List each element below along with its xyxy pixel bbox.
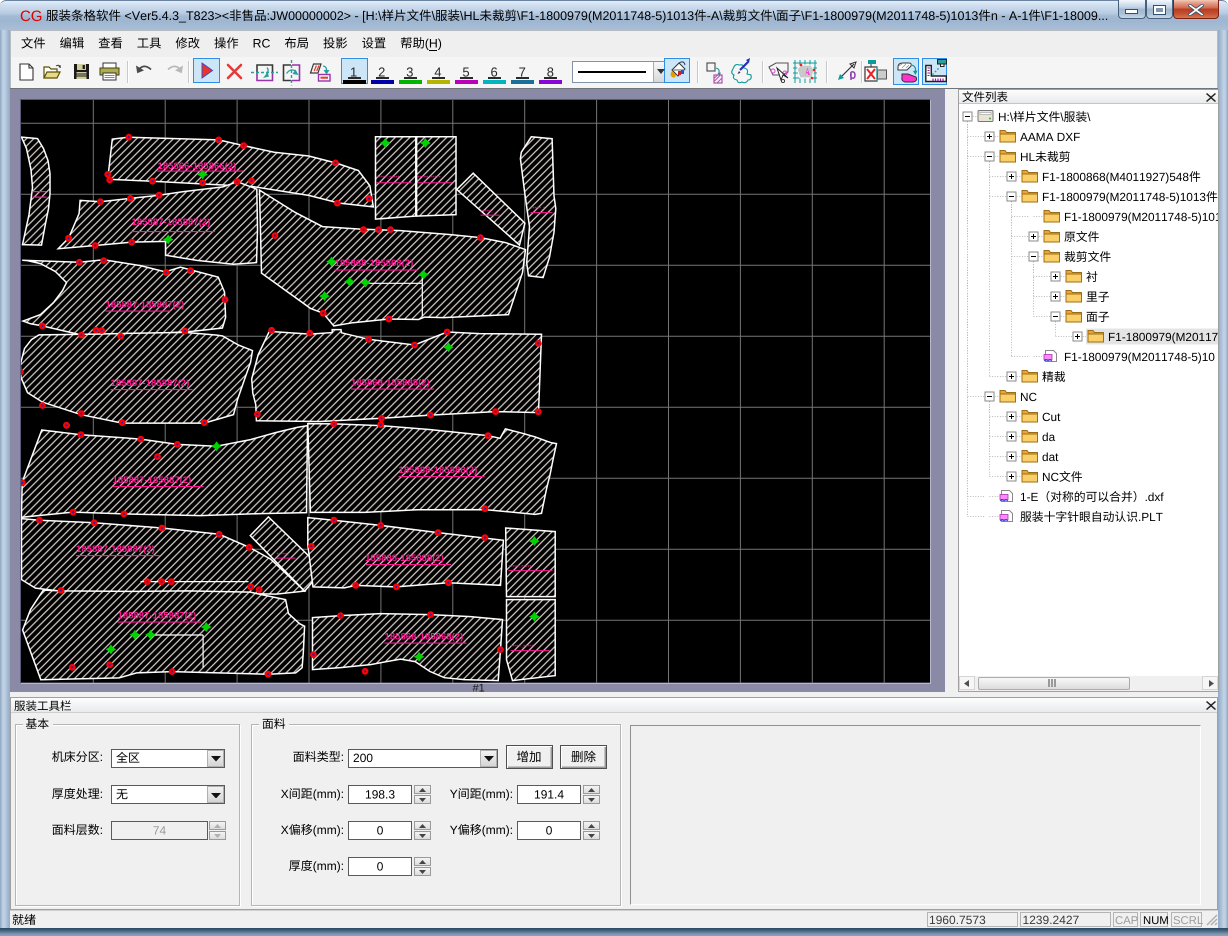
svg-text:*****-*: *****-* — [530, 207, 545, 213]
svg-text:185888-185888(2): 185888-185888(2) — [365, 554, 444, 565]
svg-text:*****-*****: *****-***** — [376, 176, 400, 182]
svg-text:185866-185866(2): 185866-185866(2) — [157, 161, 236, 172]
svg-text:185868-185868(2): 185868-185868(2) — [384, 632, 463, 643]
svg-text:*****-*****: *****-***** — [510, 645, 534, 651]
svg-text:185888-185888(2): 185888-185888(2) — [398, 465, 477, 476]
svg-text:185887-185887(2): 185887-185887(2) — [131, 217, 210, 228]
svg-text:185887-185887(2): 185887-185887(2) — [110, 378, 189, 389]
svg-text:185887-185887(2): 185887-185887(2) — [112, 475, 191, 486]
svg-text:185887-185887(2): 185887-185887(2) — [105, 300, 184, 311]
svg-text:185868-185888(2): 185868-185888(2) — [351, 378, 430, 389]
svg-text:185868-185868(2): 185868-185868(2) — [334, 258, 413, 269]
svg-text:185887-185887(2): 185887-185887(2) — [117, 611, 196, 622]
svg-text:185887-185887(2): 185887-185887(2) — [76, 544, 155, 555]
svg-text:*****-*****: *****-***** — [417, 176, 441, 182]
